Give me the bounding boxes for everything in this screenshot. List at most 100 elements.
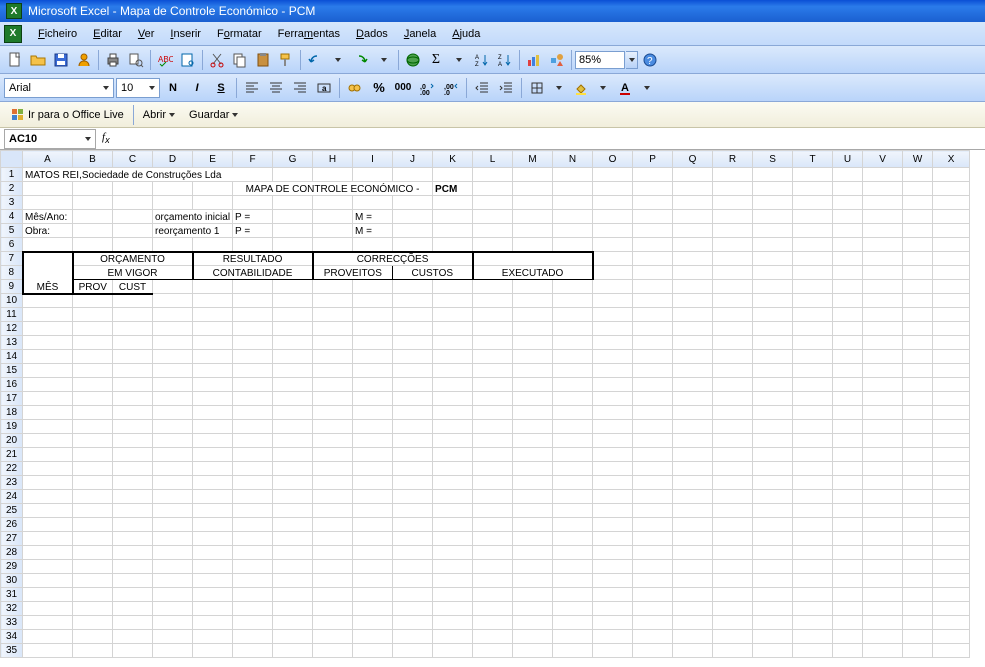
cell-G15[interactable] (273, 364, 313, 378)
cell-X8[interactable] (933, 266, 970, 280)
cell-V14[interactable] (863, 350, 903, 364)
cell-D2[interactable] (153, 182, 193, 196)
cell-J32[interactable] (393, 602, 433, 616)
cell-F16[interactable] (233, 378, 273, 392)
cell-U21[interactable] (833, 448, 863, 462)
cell-U1[interactable] (833, 168, 863, 182)
cell-T8[interactable] (793, 266, 833, 280)
cell-T31[interactable] (793, 588, 833, 602)
cell-P9[interactable] (633, 280, 673, 294)
cell-X29[interactable] (933, 560, 970, 574)
cell-X35[interactable] (933, 644, 970, 658)
cell-M17[interactable] (513, 392, 553, 406)
font-name-combo[interactable]: Arial (4, 78, 114, 98)
cell-C6[interactable] (113, 238, 153, 252)
cell-E32[interactable] (193, 602, 233, 616)
cell-X30[interactable] (933, 574, 970, 588)
select-all-corner[interactable] (1, 151, 23, 168)
cell-P31[interactable] (633, 588, 673, 602)
cell-N18[interactable] (553, 406, 593, 420)
cell-X14[interactable] (933, 350, 970, 364)
cell-L6[interactable] (473, 238, 513, 252)
cell-J1[interactable] (393, 168, 433, 182)
col-header-V[interactable]: V (863, 151, 903, 168)
cell-C3[interactable] (113, 196, 153, 210)
row-header-17[interactable]: 17 (1, 392, 23, 406)
cell-D16[interactable] (153, 378, 193, 392)
cell-M2[interactable] (513, 182, 553, 196)
cell-D6[interactable] (153, 238, 193, 252)
cell-Q14[interactable] (673, 350, 713, 364)
cell-P2[interactable] (633, 182, 673, 196)
cell-K25[interactable] (433, 504, 473, 518)
cell-V22[interactable] (863, 462, 903, 476)
cell-L24[interactable] (473, 490, 513, 504)
cell-G18[interactable] (273, 406, 313, 420)
cell-A12[interactable] (23, 322, 73, 336)
cell-P29[interactable] (633, 560, 673, 574)
cell-T28[interactable] (793, 546, 833, 560)
cell-W8[interactable] (903, 266, 933, 280)
cell-F31[interactable] (233, 588, 273, 602)
cell-Q13[interactable] (673, 336, 713, 350)
cell-D30[interactable] (153, 574, 193, 588)
open-file-icon[interactable] (27, 49, 49, 71)
cell-D27[interactable] (153, 532, 193, 546)
cell-K35[interactable] (433, 644, 473, 658)
cell-D3[interactable] (153, 196, 193, 210)
cell-A22[interactable] (23, 462, 73, 476)
cell-V9[interactable] (863, 280, 903, 294)
cell-O9[interactable] (593, 280, 633, 294)
cell-K21[interactable] (433, 448, 473, 462)
cell-X19[interactable] (933, 420, 970, 434)
print-icon[interactable] (102, 49, 124, 71)
cell-K17[interactable] (433, 392, 473, 406)
cell-M35[interactable] (513, 644, 553, 658)
cell-X3[interactable] (933, 196, 970, 210)
cell-F33[interactable] (233, 616, 273, 630)
cell-E15[interactable] (193, 364, 233, 378)
cell-K12[interactable] (433, 322, 473, 336)
cell-U2[interactable] (833, 182, 863, 196)
cell-I17[interactable] (353, 392, 393, 406)
cell-F14[interactable] (233, 350, 273, 364)
cell-T14[interactable] (793, 350, 833, 364)
cell-C23[interactable] (113, 476, 153, 490)
cell-S15[interactable] (753, 364, 793, 378)
cell-L23[interactable] (473, 476, 513, 490)
currency-icon[interactable] (344, 77, 366, 99)
cell-Q9[interactable] (673, 280, 713, 294)
cell-D22[interactable] (153, 462, 193, 476)
cell-N20[interactable] (553, 434, 593, 448)
cell-H22[interactable] (313, 462, 353, 476)
cell-R7[interactable] (713, 252, 753, 266)
row-header-24[interactable]: 24 (1, 490, 23, 504)
cell-D17[interactable] (153, 392, 193, 406)
cell-L15[interactable] (473, 364, 513, 378)
cell-J34[interactable] (393, 630, 433, 644)
cell-F19[interactable] (233, 420, 273, 434)
cell-S14[interactable] (753, 350, 793, 364)
cell-D25[interactable] (153, 504, 193, 518)
cell-R30[interactable] (713, 574, 753, 588)
cell-E22[interactable] (193, 462, 233, 476)
cell-E28[interactable] (193, 546, 233, 560)
cell-D24[interactable] (153, 490, 193, 504)
cell-D15[interactable] (153, 364, 193, 378)
cell-U8[interactable] (833, 266, 863, 280)
cell-O5[interactable] (593, 224, 633, 238)
cell-B35[interactable] (73, 644, 113, 658)
cell-E24[interactable] (193, 490, 233, 504)
cell-I3[interactable] (353, 196, 393, 210)
undo-icon[interactable] (304, 49, 326, 71)
cell-D26[interactable] (153, 518, 193, 532)
cell-I25[interactable] (353, 504, 393, 518)
cell-I13[interactable] (353, 336, 393, 350)
cell-X1[interactable] (933, 168, 970, 182)
cell-A24[interactable] (23, 490, 73, 504)
merge-center-icon[interactable]: a (313, 77, 335, 99)
cell-S20[interactable] (753, 434, 793, 448)
cell-W21[interactable] (903, 448, 933, 462)
cell-X9[interactable] (933, 280, 970, 294)
cell-G30[interactable] (273, 574, 313, 588)
